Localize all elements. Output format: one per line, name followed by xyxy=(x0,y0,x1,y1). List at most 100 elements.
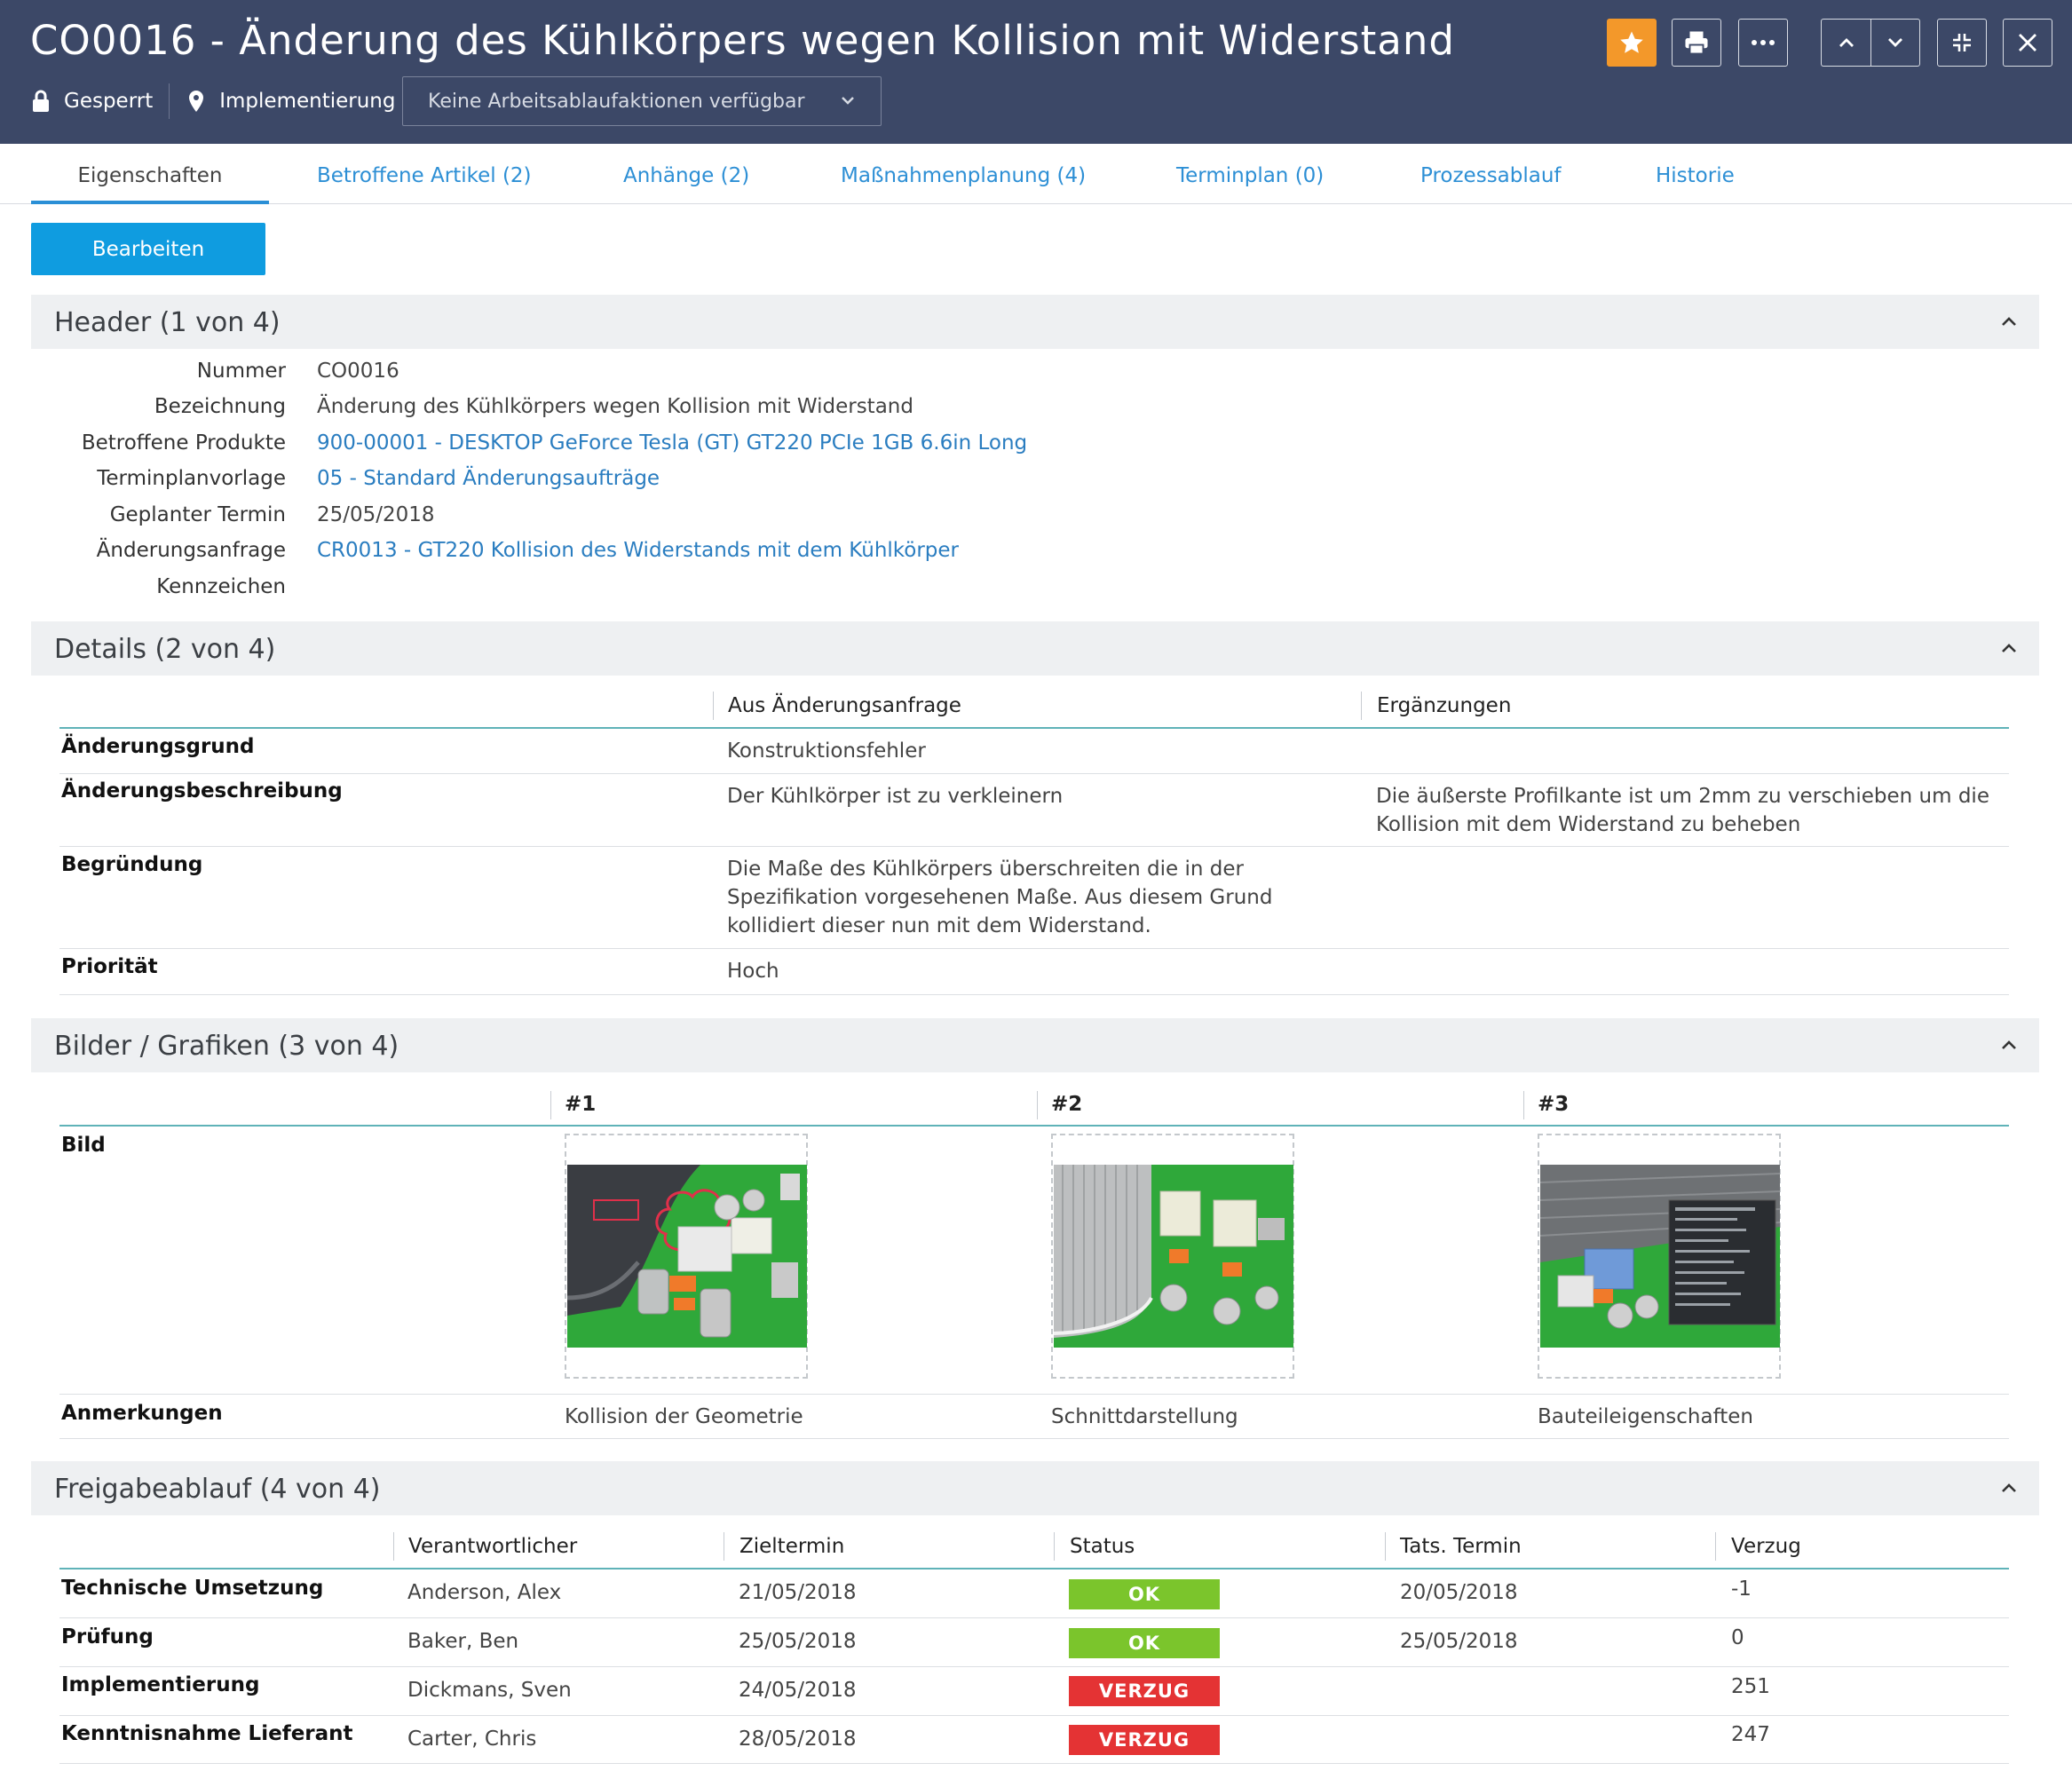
previous-record-button[interactable] xyxy=(1821,19,1870,67)
column-header: Aus Änderungsanfrage xyxy=(728,694,961,717)
tab-historie[interactable]: Historie xyxy=(1656,144,1735,204)
column-header: #2 xyxy=(1051,1093,1083,1116)
row-divider xyxy=(59,1715,2009,1716)
pcb-properties-image xyxy=(1540,1165,1780,1348)
image-note-2: Schnittdarstellung xyxy=(1051,1405,1238,1428)
lock-label: Gesperrt xyxy=(64,90,154,113)
cell-from-request: Der Kühlkörper ist zu verkleinern xyxy=(727,785,1064,808)
approval-target-date: 21/05/2018 xyxy=(739,1581,857,1604)
column-divider xyxy=(1523,1091,1524,1119)
chevron-up-icon[interactable] xyxy=(2000,1479,2018,1500)
header-status-row: Gesperrt Implementierung xyxy=(30,79,395,123)
cell-additions: Die äußerste Profilkante ist um 2mm zu v… xyxy=(1376,785,1989,836)
column-header: Status xyxy=(1070,1535,1135,1558)
section-header-header[interactable]: Header (1 von 4) xyxy=(31,295,2039,349)
row-divider xyxy=(59,1438,2009,1439)
column-divider xyxy=(1361,692,1362,720)
column-header: #3 xyxy=(1538,1093,1570,1116)
field-label: Geplanter Termin xyxy=(109,503,286,526)
approval-target-date: 28/05/2018 xyxy=(739,1728,857,1751)
section-title: Header (1 von 4) xyxy=(54,307,281,338)
more-actions-button[interactable] xyxy=(1738,19,1788,67)
tab-massnahmenplanung[interactable]: Maßnahmenplanung (4) xyxy=(841,144,1086,204)
approval-delay: 0 xyxy=(1731,1626,1744,1649)
column-divider xyxy=(1385,1532,1386,1561)
collapse-icon xyxy=(1953,34,1971,51)
approval-step: Technische Umsetzung xyxy=(61,1577,324,1600)
field-label: Änderungsanfrage xyxy=(96,539,286,562)
link-terminplanvorlage[interactable]: 05 - Standard Änderungsaufträge xyxy=(317,467,660,490)
location-status: Implementierung xyxy=(186,89,395,114)
column-header: Verantwortlicher xyxy=(408,1535,578,1558)
tab-betroffene-artikel[interactable]: Betroffene Artikel (2) xyxy=(317,144,532,204)
section-header-approval[interactable]: Freigabeablauf (4 von 4) xyxy=(31,1461,2039,1515)
collapse-view-button[interactable] xyxy=(1937,19,1987,67)
table-header-rule xyxy=(59,1568,2009,1569)
tab-eigenschaften[interactable]: Eigenschaften xyxy=(31,144,269,204)
page-title: CO0016 - Änderung des Kühlkörpers wegen … xyxy=(30,17,1455,64)
row-label-bild: Bild xyxy=(61,1134,106,1157)
tab-bar: Eigenschaften Betroffene Artikel (2) Anh… xyxy=(0,144,2072,204)
lock-icon xyxy=(30,89,51,114)
workflow-actions-select[interactable]: Keine Arbeitsablaufaktionen verfügbar xyxy=(402,76,882,126)
cell-from-request: Hoch xyxy=(727,960,779,983)
tab-terminplan[interactable]: Terminplan (0) xyxy=(1176,144,1324,204)
row-divider xyxy=(59,1666,2009,1667)
field-label: Nummer xyxy=(196,360,286,383)
row-divider xyxy=(59,1763,2009,1764)
location-pin-icon xyxy=(186,89,207,114)
approval-owner: Baker, Ben xyxy=(407,1630,519,1653)
lock-status: Gesperrt xyxy=(30,89,153,114)
section-title: Bilder / Grafiken (3 von 4) xyxy=(54,1031,399,1062)
favorite-button[interactable] xyxy=(1607,19,1657,67)
approval-step: Implementierung xyxy=(61,1673,260,1696)
approval-target-date: 24/05/2018 xyxy=(739,1679,857,1702)
section-header-images[interactable]: Bilder / Grafiken (3 von 4) xyxy=(31,1018,2039,1072)
section-header-details[interactable]: Details (2 von 4) xyxy=(31,621,2039,676)
approval-owner: Anderson, Alex xyxy=(407,1581,562,1604)
close-button[interactable] xyxy=(2003,19,2052,67)
tab-anhaenge[interactable]: Anhänge (2) xyxy=(623,144,749,204)
chevron-up-icon[interactable] xyxy=(2000,1036,2018,1057)
table-header-rule xyxy=(59,727,2009,729)
link-betroffene-produkte[interactable]: 900-00001 - DESKTOP GeForce Tesla (GT) G… xyxy=(317,431,1027,455)
close-icon xyxy=(2019,34,2036,51)
approval-delay: 251 xyxy=(1731,1675,1770,1698)
print-button[interactable] xyxy=(1672,19,1721,67)
chevron-down-icon xyxy=(840,91,856,114)
column-header: Zieltermin xyxy=(739,1535,845,1558)
image-thumbnail-1[interactable] xyxy=(565,1134,808,1379)
link-aenderungsanfrage[interactable]: CR0013 - GT220 Kollision des Widerstands… xyxy=(317,539,959,562)
edit-button[interactable]: Bearbeiten xyxy=(31,223,265,275)
tab-prozessablauf[interactable]: Prozessablauf xyxy=(1420,144,1562,204)
column-header: #1 xyxy=(565,1093,597,1116)
row-label-anmerkungen: Anmerkungen xyxy=(61,1402,223,1425)
chevron-up-icon[interactable] xyxy=(2000,639,2018,660)
cell-from-request: Die Maße des Kühlkörpers überschreiten d… xyxy=(727,858,1273,937)
image-thumbnail-2[interactable] xyxy=(1051,1134,1294,1379)
pcb-collision-image xyxy=(567,1165,807,1348)
chevron-up-icon xyxy=(1839,38,1854,47)
column-divider xyxy=(550,1091,551,1119)
column-header: Tats. Termin xyxy=(1400,1535,1522,1558)
row-divider xyxy=(59,846,2009,847)
column-header: Verzug xyxy=(1731,1535,1801,1558)
status-badge: OK xyxy=(1069,1628,1220,1658)
row-divider xyxy=(59,773,2009,774)
approval-step: Kenntnisnahme Lieferant xyxy=(61,1722,353,1745)
row-divider xyxy=(59,948,2009,949)
field-label: Bezeichnung xyxy=(154,395,286,418)
approval-delay: -1 xyxy=(1731,1577,1752,1601)
approval-step: Prüfung xyxy=(61,1625,154,1649)
next-record-button[interactable] xyxy=(1870,19,1920,67)
approval-delay: 247 xyxy=(1731,1723,1770,1746)
row-label-prioritaet: Priorität xyxy=(61,955,158,978)
image-thumbnail-3[interactable] xyxy=(1538,1134,1781,1379)
cell-from-request: Konstruktionsfehler xyxy=(727,739,926,763)
location-label: Implementierung xyxy=(219,90,396,113)
row-divider xyxy=(59,1394,2009,1395)
column-divider xyxy=(393,1532,394,1561)
field-value-bezeichnung: Änderung des Kühlkörpers wegen Kollision… xyxy=(317,395,913,418)
status-badge: OK xyxy=(1069,1579,1220,1609)
chevron-up-icon[interactable] xyxy=(2000,312,2018,334)
